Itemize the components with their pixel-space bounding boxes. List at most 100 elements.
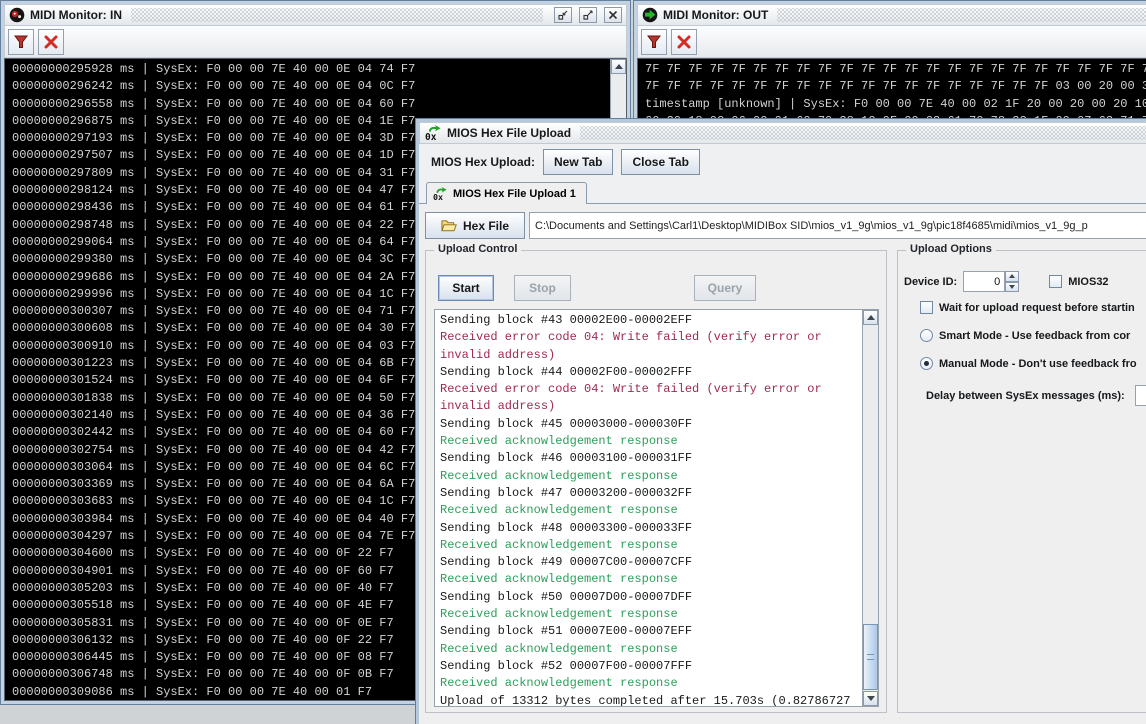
device-id-spinner: 0 bbox=[963, 271, 1020, 292]
start-button[interactable]: Start bbox=[438, 275, 494, 301]
filter-button[interactable] bbox=[8, 28, 34, 55]
titlebar-texture bbox=[130, 8, 543, 22]
upload-log-line: Sending block #47 00003200-000032FF bbox=[440, 485, 693, 500]
upload-header: MIOS Hex Upload: New Tab Close Tab bbox=[419, 144, 1146, 179]
clear-x-icon bbox=[677, 35, 691, 48]
upload-log-line: Sending block #48 00003300-000033FF bbox=[440, 520, 693, 535]
upload-log-line: Sending block #46 00003100-000031FF bbox=[440, 451, 693, 466]
upload-log-line: invalid address) bbox=[440, 347, 556, 362]
mios32-label: MIOS32 bbox=[1068, 275, 1109, 288]
upload-log-line: Sending block #50 00007D00-00007DFF bbox=[440, 589, 693, 604]
upload-log-line: Sending block #51 00007E00-00007EFF bbox=[440, 624, 693, 639]
scroll-up-button[interactable] bbox=[863, 310, 878, 325]
spinner-up-button[interactable] bbox=[1005, 271, 1020, 282]
titlebar-texture bbox=[580, 126, 1146, 140]
upload-log-line: Received acknowledgement response bbox=[440, 468, 678, 483]
midi-message-line: timestamp [unknown] | SysEx: F0 00 00 7E… bbox=[645, 96, 1146, 111]
clear-button[interactable] bbox=[38, 28, 64, 55]
svg-text:0x: 0x bbox=[433, 192, 443, 201]
upload-tabstrip: 0x MIOS Hex File Upload 1 bbox=[419, 179, 1146, 204]
smart-mode-radio[interactable] bbox=[920, 329, 933, 342]
upload-log-scrollbar[interactable] bbox=[862, 310, 878, 706]
upload-log-line: invalid address) bbox=[440, 399, 556, 414]
midi-in-toolbar bbox=[4, 26, 627, 58]
device-id-field[interactable]: 0 bbox=[963, 271, 1006, 292]
query-button[interactable]: Query bbox=[694, 275, 756, 301]
midi-message-line: 7F 7F 7F 7F 7F 7F 7F 7F 7F 7F 7F 7F 7F 7… bbox=[645, 79, 1146, 94]
upload-log-line: Received acknowledgement response bbox=[440, 607, 678, 622]
upload-log-line: Sending block #44 00002F00-00002FFF bbox=[440, 364, 693, 379]
midi-message-line: 00000000295928 ms | SysEx: F0 00 00 7E 4… bbox=[12, 62, 416, 76]
desktop: MIDI Monitor: IN 00000000295928 ms | Sys… bbox=[0, 0, 1146, 724]
wait-option-row: Wait for upload request before startin bbox=[920, 301, 1135, 314]
midi-out-toolbar bbox=[637, 26, 1146, 58]
scroll-down-button[interactable] bbox=[863, 691, 878, 706]
upload-log-line: Received acknowledgement response bbox=[440, 503, 678, 518]
clear-button[interactable] bbox=[671, 28, 697, 55]
hex-file-button-label: Hex File bbox=[462, 218, 510, 233]
upload-log-line: Received acknowledgement response bbox=[440, 641, 678, 656]
upload-log-line: Upload of 13312 bytes completed after 15… bbox=[440, 693, 851, 706]
upload-options-title: Upload Options bbox=[906, 243, 996, 255]
tab-mios-hex-file-upload-1[interactable]: 0x MIOS Hex File Upload 1 bbox=[426, 182, 587, 204]
upload-log-line: Sending block #43 00002E00-00002EFF bbox=[440, 313, 693, 327]
hex-upload-label: MIOS Hex Upload: bbox=[431, 154, 536, 169]
delay-input[interactable] bbox=[1134, 385, 1146, 406]
hex-file-path-field[interactable]: C:\Documents and Settings\Carl1\Desktop\… bbox=[529, 212, 1146, 239]
midi-out-icon bbox=[642, 7, 658, 23]
filter-button[interactable] bbox=[641, 28, 667, 55]
upload-log-line: Received acknowledgement response bbox=[440, 676, 678, 691]
smart-mode-row: Smart Mode - Use feedback from cor bbox=[920, 329, 1130, 342]
minimize-button[interactable] bbox=[554, 7, 572, 23]
tab-label: MIOS Hex File Upload 1 bbox=[453, 187, 576, 200]
open-folder-icon bbox=[441, 219, 457, 232]
upload-log-line: Received acknowledgement response bbox=[440, 572, 678, 587]
delay-label: Delay between SysEx messages (ms): bbox=[926, 389, 1125, 402]
scroll-up-button[interactable] bbox=[611, 59, 626, 74]
upload-log-line: Received error code 04: Write failed (ve… bbox=[440, 382, 822, 397]
midi-in-titlebar[interactable]: MIDI Monitor: IN bbox=[4, 4, 627, 26]
midi-message-line: 00000000296558 ms | SysEx: F0 00 00 7E 4… bbox=[12, 96, 416, 111]
hex-upload-icon: 0x bbox=[424, 125, 442, 141]
upload-control-group: Upload Control Start Stop Query Sending … bbox=[425, 243, 887, 713]
upload-log-line: Received acknowledgement response bbox=[440, 537, 678, 552]
funnel-icon bbox=[647, 35, 661, 48]
close-tab-button[interactable]: Close Tab bbox=[621, 148, 700, 175]
upload-log-line: Received acknowledgement response bbox=[440, 434, 678, 449]
upload-tab-panel: Hex File C:\Documents and Settings\Carl1… bbox=[419, 204, 1146, 724]
funnel-icon bbox=[14, 35, 28, 48]
close-button[interactable] bbox=[604, 7, 622, 23]
smart-mode-label: Smart Mode - Use feedback from cor bbox=[939, 329, 1131, 342]
mios32-checkbox[interactable] bbox=[1049, 275, 1063, 288]
hex-upload-tab-icon: 0x bbox=[432, 186, 448, 201]
manual-mode-row: Manual Mode - Don't use feedback fro bbox=[920, 357, 1137, 370]
mios-hex-upload-window: 0x MIOS Hex File Upload MIOS Hex Upload:… bbox=[415, 118, 1146, 724]
midi-message-line: 00000000296242 ms | SysEx: F0 00 00 7E 4… bbox=[12, 79, 416, 94]
midi-out-title: MIDI Monitor: OUT bbox=[663, 8, 769, 22]
clear-x-icon bbox=[44, 35, 58, 48]
wait-label: Wait for upload request before startin bbox=[939, 301, 1135, 314]
upload-options-group: Upload Options Device ID: 0 MIOS32 Wait … bbox=[897, 243, 1146, 713]
upload-log-line: Sending block #49 00007C00-00007CFF bbox=[440, 555, 693, 570]
device-id-label: Device ID: bbox=[904, 275, 958, 288]
new-tab-button[interactable]: New Tab bbox=[543, 148, 614, 175]
stop-button[interactable]: Stop bbox=[514, 275, 571, 301]
delay-row: Delay between SysEx messages (ms): bbox=[926, 385, 1146, 406]
midi-message-line: 7F 7F 7F 7F 7F 7F 7F 7F 7F 7F 7F 7F 7F 7… bbox=[645, 62, 1146, 76]
upload-log-line: Received error code 04: Write failed (ve… bbox=[440, 330, 822, 345]
scroll-thumb[interactable] bbox=[863, 624, 878, 690]
wait-checkbox[interactable] bbox=[920, 301, 933, 314]
maximize-button[interactable] bbox=[579, 7, 597, 23]
spinner-down-button[interactable] bbox=[1005, 281, 1020, 292]
midi-out-titlebar[interactable]: MIDI Monitor: OUT bbox=[637, 4, 1146, 26]
hex-file-button[interactable]: Hex File bbox=[425, 212, 525, 239]
upload-title: MIOS Hex File Upload bbox=[447, 126, 572, 140]
upload-log: Sending block #43 00002E00-00002EFF Recei… bbox=[434, 309, 879, 707]
manual-mode-radio[interactable] bbox=[920, 357, 933, 370]
upload-titlebar[interactable]: 0x MIOS Hex File Upload bbox=[419, 122, 1146, 144]
manual-mode-label: Manual Mode - Don't use feedback fro bbox=[939, 357, 1137, 370]
titlebar-texture bbox=[777, 8, 1146, 22]
device-id-row: Device ID: 0 MIOS32 bbox=[904, 271, 1109, 292]
upload-log-lines: Sending block #43 00002E00-00002EFF Recei… bbox=[440, 312, 860, 706]
upload-control-title: Upload Control bbox=[434, 243, 522, 255]
